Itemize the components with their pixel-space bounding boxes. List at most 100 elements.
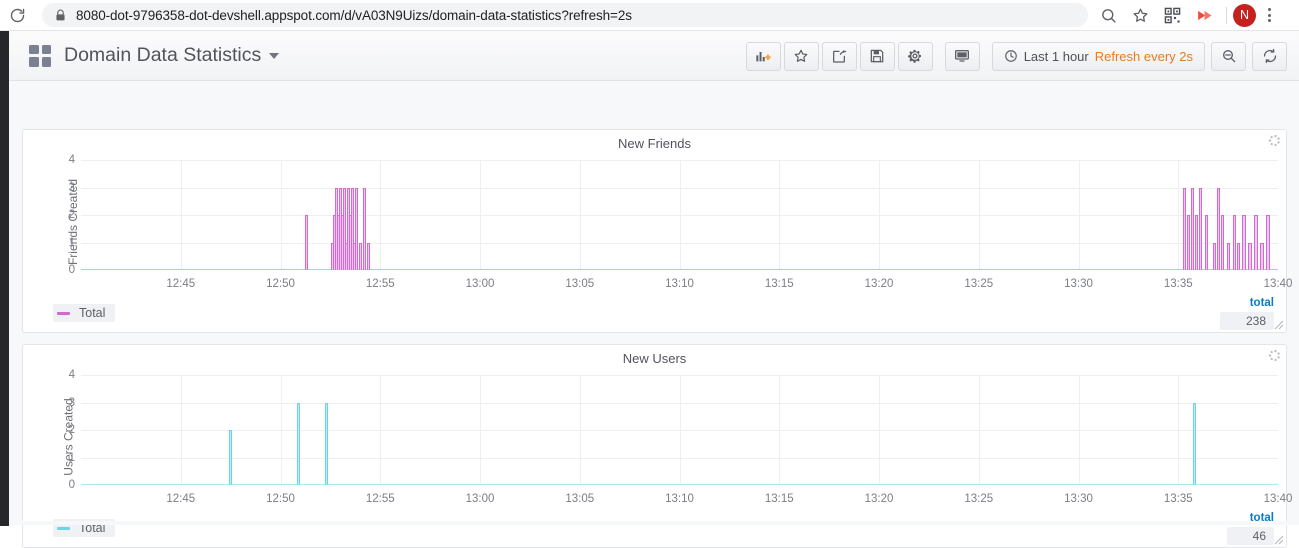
extension-button[interactable] [1188, 0, 1220, 30]
gridline-vertical [1078, 160, 1080, 270]
legend-stats: total 46 [1226, 511, 1274, 545]
legend-series-label: Total [79, 306, 106, 320]
bookmark-star-icon [1133, 8, 1147, 22]
x-axis-tick: 13:10 [665, 278, 694, 290]
x-axis-tick: 12:50 [266, 493, 295, 505]
time-range-picker[interactable]: Last 1 hour Refresh every 2s [991, 41, 1205, 71]
zoom-out-time-button[interactable] [1211, 41, 1246, 71]
legend-stat-value: 46 [1226, 527, 1274, 545]
series-baseline [81, 484, 1278, 485]
kebab-dot [1267, 19, 1271, 22]
chart-bar [1192, 402, 1196, 485]
chart-bar [362, 187, 366, 270]
gridline-vertical [380, 160, 382, 270]
share-dashboard-button[interactable] [821, 41, 857, 71]
x-axis-tick: 13:35 [1163, 493, 1193, 505]
gridline-vertical [579, 160, 581, 270]
x-axis-tick: 13:25 [964, 493, 994, 505]
gridline-vertical [280, 160, 282, 270]
gridline-vertical [978, 160, 980, 270]
kebab-dot [1267, 8, 1271, 11]
reload-icon [10, 8, 24, 22]
chart-bar [1186, 215, 1190, 270]
extension-icon [1197, 10, 1212, 20]
x-axis-tick: 13:35 [1163, 278, 1193, 290]
series-baseline [81, 269, 1278, 270]
y-axis-label: Users Created [61, 398, 76, 476]
chart-bar [229, 430, 233, 485]
dashboard-navbar: Domain Data Statistics Last 1 hour Refre… [9, 31, 1299, 81]
dashboard-settings-button[interactable] [897, 41, 933, 71]
panel-new-friends[interactable]: New Friends Friends Created 01234 12:45 1… [22, 129, 1292, 333]
add-panel-icon [756, 52, 771, 62]
page-scrollbar-track[interactable] [9, 521, 1299, 525]
gridline-vertical [879, 160, 880, 270]
chart-bar [1236, 242, 1240, 270]
chart-bar [1216, 187, 1220, 270]
x-axis-tick: 13:15 [764, 493, 794, 505]
chart-bar [366, 242, 370, 270]
gridline-vertical [180, 375, 182, 485]
graph-area-new-users[interactable]: Users Created 0 1 2 3 4 12:45 12:50 12:55 13:00… [23, 367, 1293, 507]
cycle-view-mode-button[interactable] [944, 41, 980, 71]
grafana-side-rail [0, 31, 9, 526]
chart-bar [1254, 215, 1258, 270]
save-dashboard-button[interactable] [859, 41, 895, 71]
chevron-down-icon[interactable] [269, 52, 280, 59]
browser-menu-button[interactable] [1256, 0, 1282, 30]
gridline-vertical [779, 160, 781, 270]
chart-bar [1260, 242, 1264, 270]
panel-new-users[interactable]: New Users Users Created 0 1 2 3 4 12:45 12:50… [22, 344, 1293, 548]
legend-color-swatch [57, 526, 70, 530]
legend-item-total[interactable]: Total [53, 304, 116, 322]
mark-favorite-button[interactable] [783, 41, 819, 71]
bookmark-star-button[interactable] [1124, 0, 1156, 30]
panel-title[interactable]: New Friends [23, 130, 1286, 152]
gridline-vertical [380, 375, 382, 485]
chart-bar [304, 215, 309, 270]
reload-button[interactable] [0, 0, 34, 30]
chart-bar [1226, 242, 1230, 270]
graph-area-new-friends[interactable]: Friends Created 01234 12:45 12:50 12:55 13:… [23, 152, 1292, 292]
qr-code-button[interactable] [1156, 0, 1188, 30]
chart-bar [354, 187, 358, 270]
legend-color-swatch [57, 311, 70, 315]
chart-bar [324, 402, 328, 485]
y-axis-tick: 0 [68, 264, 75, 276]
y-axis-tick: 4 [68, 154, 75, 166]
gridline-vertical [879, 375, 880, 485]
grid-square [41, 57, 51, 67]
x-axis-tick: 13:20 [864, 278, 894, 290]
y-axis-tick: 0 [68, 479, 75, 491]
chart-bar [1204, 215, 1208, 270]
plot-area[interactable] [81, 160, 1278, 270]
x-axis-tick: 12:50 [266, 278, 295, 290]
browser-toolbar: 8080-dot-9796358-dot-devshell.appspot.co… [0, 0, 1299, 30]
chart-bar [1266, 215, 1270, 270]
grid-square [41, 44, 51, 54]
panel-title[interactable]: New Users [23, 345, 1286, 367]
address-bar[interactable]: 8080-dot-9796358-dot-devshell.appspot.co… [42, 3, 1088, 27]
x-axis-tick: 12:45 [166, 278, 196, 290]
qr-code-icon [1164, 7, 1180, 23]
gridline-vertical [480, 160, 481, 270]
gridline-vertical [1078, 375, 1080, 485]
plot-area[interactable] [81, 375, 1278, 485]
y-axis-tick: 1 [68, 451, 75, 464]
profile-avatar[interactable]: N [1233, 3, 1256, 27]
x-axis-tick: 12:45 [166, 493, 196, 505]
x-axis-tick: 13:05 [565, 493, 595, 505]
gridline-vertical [1178, 160, 1180, 270]
gridline-vertical [280, 375, 282, 485]
legend-stat-header[interactable]: total [1220, 296, 1274, 310]
refresh-interval-label: Refresh every 2s [1094, 48, 1193, 64]
chart-bar [1232, 215, 1236, 270]
y-axis-tick: 2 [68, 209, 75, 221]
add-panel-button[interactable] [745, 41, 781, 71]
star-icon [794, 49, 808, 62]
dashboard-grid-icon [29, 44, 51, 67]
zoom-search-button[interactable] [1092, 0, 1124, 30]
refresh-button[interactable] [1252, 41, 1287, 71]
legend-stat-value: 238 [1219, 312, 1274, 330]
url-text: 8080-dot-9796358-dot-devshell.appspot.co… [76, 7, 632, 23]
